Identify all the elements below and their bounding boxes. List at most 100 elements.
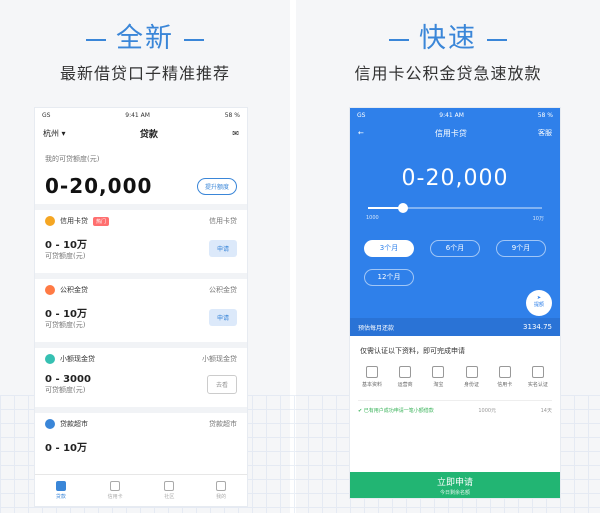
nav-bar: 杭州 ▾ 贷款 ✉ xyxy=(35,122,247,144)
right-headline-text: 快速 xyxy=(419,23,477,54)
loan-type-link[interactable]: 小额现金贷 xyxy=(202,354,237,364)
step-label: 基本资料 xyxy=(361,382,382,388)
loan-type-link[interactable]: 贷款超市 xyxy=(209,419,237,429)
left-headline: 全新 xyxy=(0,16,290,55)
tab-item[interactable]: 贷款 xyxy=(55,481,66,500)
apply-now-sublabel: 今日剩余名额 xyxy=(439,490,470,496)
customer-service-link[interactable]: 客服 xyxy=(538,128,552,138)
monthly-label: 预估每月还款 xyxy=(358,324,395,332)
slider-max-label: 10万 xyxy=(532,216,544,222)
dash-decoration xyxy=(86,38,106,41)
verification-step[interactable]: 运营商 xyxy=(391,366,419,388)
dash-decoration xyxy=(487,38,507,41)
loan-card[interactable]: 信用卡贷 热门 信用卡贷 0 - 10万 可贷额度(元) 申请 xyxy=(35,204,247,273)
nav-bar: ← 信用卡贷 客服 xyxy=(350,122,560,144)
verification-step[interactable]: 基本资料 xyxy=(358,366,386,388)
tab-label: 社区 xyxy=(164,494,175,500)
fab-label: 提额 xyxy=(533,302,544,308)
status-time: 9:41 AM xyxy=(439,111,464,119)
battery: 58 % xyxy=(224,111,240,119)
document-icon xyxy=(465,366,478,378)
verification-step[interactable]: 淘宝 xyxy=(424,366,452,388)
loan-type-icon xyxy=(45,285,55,295)
amount-slider[interactable] xyxy=(368,203,542,213)
loan-type-link[interactable]: 公积金贷 xyxy=(209,285,237,295)
chevron-down-icon: ▾ xyxy=(61,128,66,138)
apply-button[interactable]: 申请 xyxy=(208,309,237,326)
apply-button[interactable]: 申请 xyxy=(208,240,237,257)
loan-name: 小额现金贷 xyxy=(60,355,95,363)
tab-icon xyxy=(55,481,66,491)
monthly-value: 3134.75 xyxy=(523,323,552,331)
term-option[interactable]: 9个月 xyxy=(496,240,546,257)
hot-badge: 热门 xyxy=(93,216,110,226)
tab-label: 信用卡 xyxy=(107,494,123,500)
loan-card[interactable]: 公积金贷 公积金贷 0 - 10万 可贷额度(元) 申请 xyxy=(35,273,247,342)
loan-type-icon xyxy=(45,419,55,429)
term-option[interactable]: 3个月 xyxy=(364,240,414,257)
loan-amount: 0-20,000 xyxy=(401,166,509,191)
step-label: 淘宝 xyxy=(433,382,444,388)
tab-bar: 贷款 信用卡 社区 我的 xyxy=(35,474,247,506)
loan-config-panel: GS 9:41 AM 58 % ← 信用卡贷 客服 0-20,000 1000 … xyxy=(350,108,560,336)
step-label: 实名认证 xyxy=(527,382,548,388)
tab-icon xyxy=(110,481,121,491)
step-label: 运营商 xyxy=(397,382,413,388)
tab-label: 我的 xyxy=(216,494,227,500)
left-phone-screen: GS 9:41 AM 58 % 杭州 ▾ 贷款 ✉ 我的可贷额度(元) 0-20… xyxy=(35,108,247,506)
slider-knob[interactable] xyxy=(397,203,408,213)
apply-button[interactable]: 去看 xyxy=(206,375,237,394)
loan-card-list: 信用卡贷 热门 信用卡贷 0 - 10万 可贷额度(元) 申请 公积金贷 公积金贷 0 - 10… xyxy=(35,204,247,466)
boost-fab-button[interactable]: ➤ 提额 xyxy=(526,290,552,316)
document-icon xyxy=(432,366,445,378)
carrier: GS xyxy=(42,111,51,119)
dash-decoration xyxy=(184,38,204,41)
notice-text: ✔ 已有用户成功申请一笔小额借款 xyxy=(358,408,434,414)
verification-steps: 基本资料 运营商 淘宝 身份证 信用卡 实名认证 xyxy=(350,356,560,388)
boost-quota-button[interactable]: 提升额度 xyxy=(196,177,237,195)
loan-name: 公积金贷 xyxy=(60,286,88,294)
tab-icon xyxy=(164,481,175,491)
document-icon xyxy=(531,366,544,378)
right-phone-screen: GS 9:41 AM 58 % ← 信用卡贷 客服 0-20,000 1000 … xyxy=(350,108,560,498)
mail-icon[interactable]: ✉ xyxy=(232,129,239,138)
tab-label: 贷款 xyxy=(55,494,66,500)
status-bar: GS 9:41 AM 58 % xyxy=(35,108,247,122)
verification-step[interactable]: 信用卡 xyxy=(491,366,519,388)
verification-step[interactable]: 身份证 xyxy=(458,366,486,388)
right-subline: 信用卡公积金贷急速放款 xyxy=(354,64,542,83)
document-icon xyxy=(399,366,412,378)
tab-item[interactable]: 我的 xyxy=(216,481,226,500)
loan-type-link[interactable]: 信用卡贷 xyxy=(209,216,237,226)
quota-section: 我的可贷额度(元) 0-20,000 提升额度 xyxy=(35,144,247,204)
term-option[interactable]: 12个月 xyxy=(364,269,414,286)
city-label: 杭州 xyxy=(43,128,59,138)
carrier: GS xyxy=(357,111,366,119)
notice-days: 14天 xyxy=(540,408,552,414)
city-selector[interactable]: 杭州 ▾ xyxy=(43,128,66,139)
loan-amount: 0 - 10万 xyxy=(45,443,87,454)
monthly-repayment-row: 预估每月还款 3134.75 xyxy=(350,318,560,336)
loan-card[interactable]: 贷款超市 贷款超市 0 - 10万 xyxy=(35,407,247,466)
loan-amount: 0 - 10万 xyxy=(45,240,87,251)
term-options: 3个月 6个月 9个月 12个月 xyxy=(350,222,560,286)
loan-name: 信用卡贷 xyxy=(60,217,88,225)
tab-item[interactable]: 社区 xyxy=(164,481,174,500)
back-arrow-icon[interactable]: ← xyxy=(358,129,364,137)
battery: 58 % xyxy=(537,111,553,119)
loan-amount: 0 - 10万 xyxy=(45,309,87,320)
tab-icon xyxy=(216,481,227,491)
left-headline-text: 全新 xyxy=(116,23,174,54)
step-label: 信用卡 xyxy=(497,382,513,388)
loan-card[interactable]: 小额现金贷 小额现金贷 0 - 3000 可贷额度(元) 去看 xyxy=(35,342,247,407)
quota-label: 我的可贷额度(元) xyxy=(45,155,100,163)
left-subline: 最新借贷口子精准推荐 xyxy=(59,64,230,83)
verification-step[interactable]: 实名认证 xyxy=(524,366,552,388)
document-icon xyxy=(498,366,511,378)
status-time: 9:41 AM xyxy=(125,111,150,119)
tab-item[interactable]: 信用卡 xyxy=(108,481,123,500)
status-bar: GS 9:41 AM 58 % xyxy=(350,108,560,122)
dash-decoration xyxy=(389,38,409,41)
term-option[interactable]: 6个月 xyxy=(430,240,480,257)
apply-now-button[interactable]: 立即申请 今日剩余名额 xyxy=(350,472,560,498)
